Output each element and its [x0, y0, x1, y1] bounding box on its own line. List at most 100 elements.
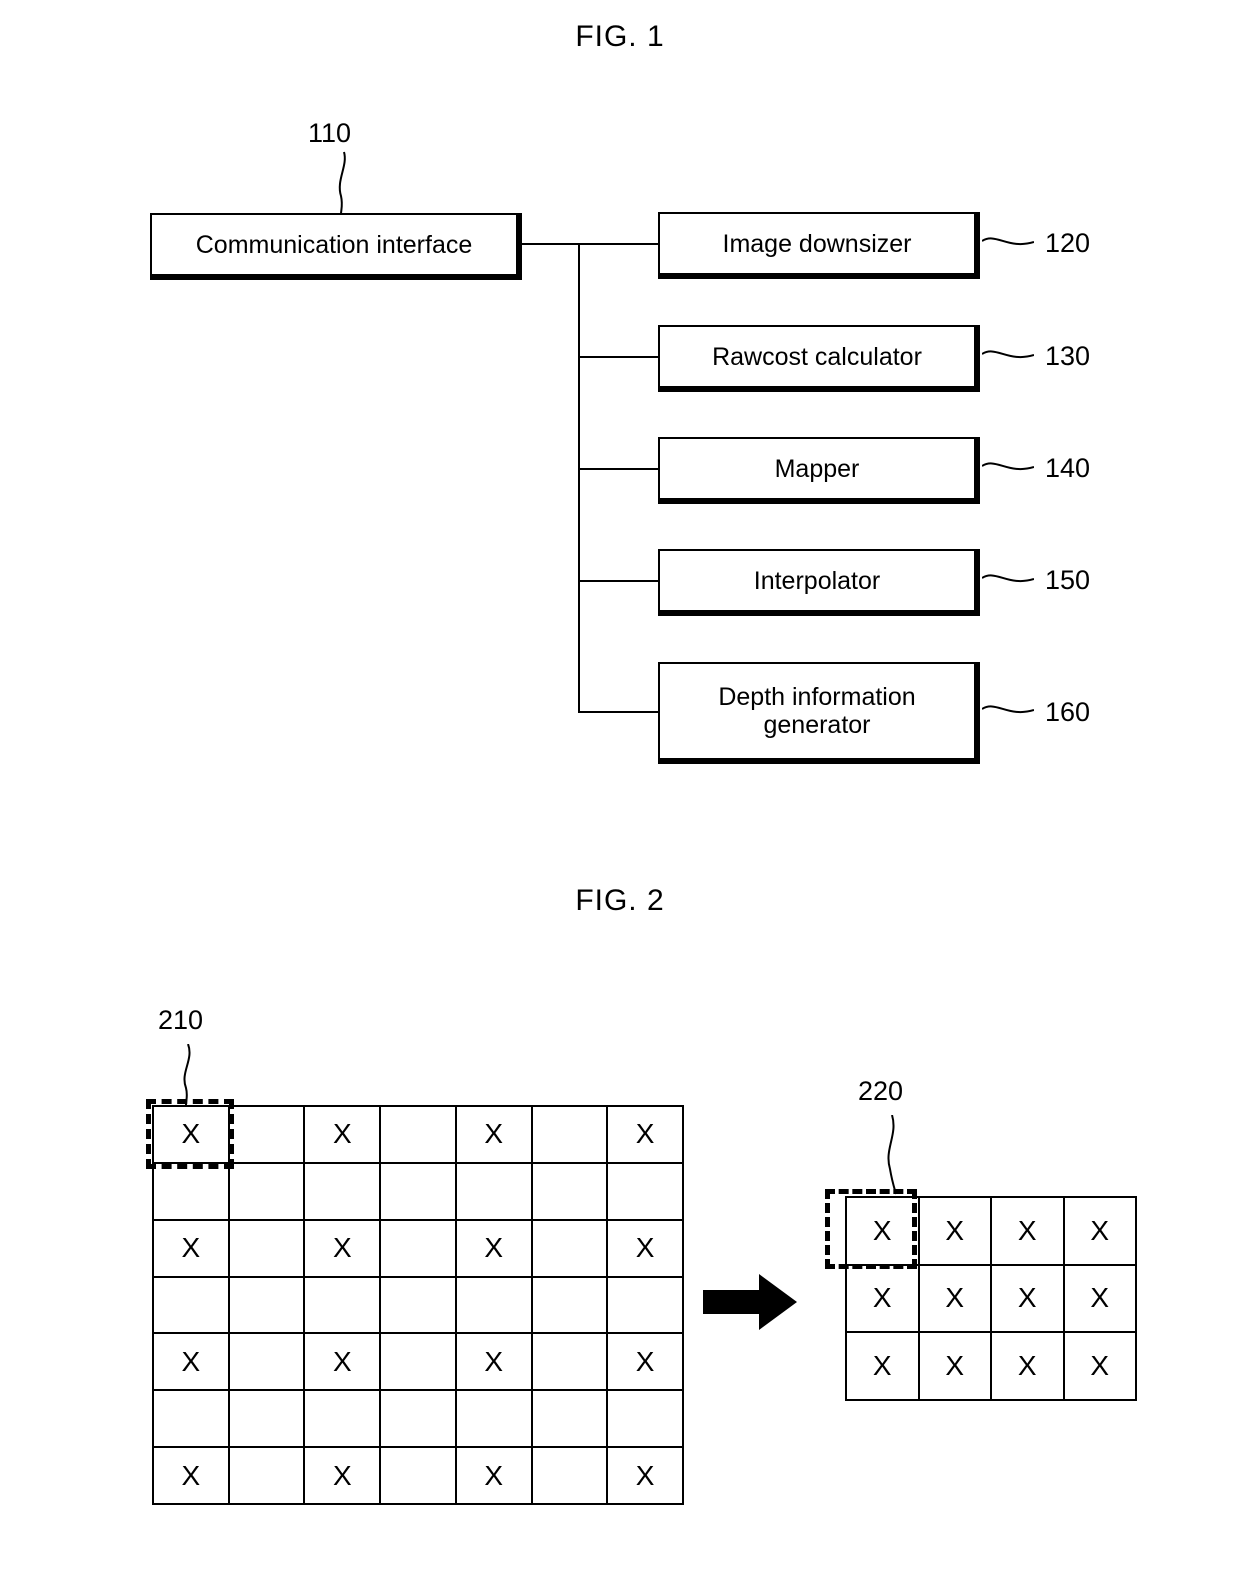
- block-interpolator: Interpolator: [658, 549, 976, 612]
- connector-branch-130: [578, 356, 660, 358]
- source-grid-cell: X: [456, 1334, 533, 1392]
- source-grid-cell: [532, 1163, 609, 1221]
- pixel-mark: X: [181, 1345, 201, 1377]
- pixel-mark: X: [484, 1345, 504, 1377]
- figure-1-title: FIG. 1: [575, 20, 665, 53]
- source-grid-cell: [381, 1163, 457, 1221]
- pixel-mark: X: [484, 1232, 504, 1264]
- reference-numeral-210: 210: [158, 1005, 204, 1035]
- block-depth-information-generator: Depth information generator: [658, 662, 976, 760]
- block-rawcost-calculator: Rawcost calculator: [658, 325, 976, 388]
- pixel-mark: X: [872, 1350, 892, 1382]
- source-grid-cell: [381, 1220, 457, 1278]
- source-grid-cell: [381, 1391, 457, 1449]
- pixel-mark: X: [181, 1232, 201, 1264]
- pixel-mark: X: [332, 1118, 352, 1150]
- result-grid-cell: X: [992, 1265, 1065, 1334]
- source-grid-cell: [154, 1391, 230, 1449]
- result-grid-cell: X: [1064, 1333, 1137, 1401]
- pixel-mark: X: [332, 1459, 352, 1491]
- pixel-mark: X: [181, 1459, 201, 1491]
- pixel-mark: X: [635, 1232, 655, 1264]
- source-grid-cell: [305, 1277, 382, 1335]
- patent-drawing-sheet: FIG. 1 Communication interface 110 Image…: [0, 0, 1240, 1586]
- source-grid-cell: [532, 1107, 609, 1164]
- leader-line-120: [982, 237, 1034, 246]
- source-grid-cell: X: [305, 1107, 382, 1164]
- block-mapper-label: Mapper: [774, 454, 860, 483]
- source-grid-cell: [532, 1220, 609, 1278]
- connector-trunk-horizontal: [522, 243, 660, 245]
- pixel-mark: X: [635, 1459, 655, 1491]
- source-grid-cell: [381, 1448, 457, 1505]
- pixel-mark: X: [484, 1118, 504, 1150]
- pixel-mark: X: [1017, 1282, 1037, 1314]
- leader-line-110: [338, 151, 346, 215]
- connector-branch-140: [578, 468, 660, 470]
- source-grid-cell: [532, 1448, 609, 1505]
- source-grid-cell: [154, 1163, 230, 1221]
- result-grid-cell: X: [919, 1198, 992, 1266]
- result-grid-cell: X: [847, 1333, 920, 1401]
- source-grid-cell: X: [608, 1334, 684, 1392]
- connector-branch-160: [578, 711, 660, 713]
- block-depth-information-generator-label-line1: Depth information: [718, 683, 916, 711]
- source-grid-cell: [154, 1277, 230, 1335]
- reference-numeral-120: 120: [1045, 228, 1091, 258]
- pixel-mark: X: [1090, 1350, 1110, 1382]
- pixel-mark: X: [332, 1232, 352, 1264]
- reference-numeral-110: 110: [308, 118, 352, 148]
- source-grid-cell: [229, 1448, 306, 1505]
- right-arrow-icon: [703, 1274, 797, 1330]
- pixel-mark: X: [332, 1345, 352, 1377]
- highlight-box-210: [146, 1099, 234, 1169]
- source-grid-cell: X: [456, 1448, 533, 1505]
- source-grid-cell: [381, 1107, 457, 1164]
- leader-line-150: [982, 574, 1034, 583]
- source-grid-cell: [608, 1277, 684, 1335]
- pixel-mark: X: [872, 1282, 892, 1314]
- source-grid-cell: [381, 1277, 457, 1335]
- leader-line-160: [982, 705, 1034, 714]
- block-mapper: Mapper: [658, 437, 976, 500]
- pixel-mark: X: [945, 1350, 965, 1382]
- source-grid-cell: [532, 1334, 609, 1392]
- source-grid-cell: [229, 1334, 306, 1392]
- source-grid-cell: [229, 1107, 306, 1164]
- source-grid-cell: [229, 1163, 306, 1221]
- leader-line-220: [887, 1115, 897, 1195]
- result-grid-cell: X: [992, 1333, 1065, 1401]
- block-depth-information-generator-label-line2: generator: [763, 711, 871, 739]
- reference-numeral-140: 140: [1045, 453, 1091, 483]
- source-grid-cell: [532, 1391, 609, 1449]
- source-grid-cell: [305, 1391, 382, 1449]
- block-communication-interface-label: Communication interface: [195, 230, 473, 259]
- source-grid-cell: [381, 1334, 457, 1392]
- source-grid-cell: X: [608, 1448, 684, 1505]
- result-grid-cell: X: [919, 1265, 992, 1334]
- pixel-mark: X: [1090, 1282, 1110, 1314]
- source-grid-cell: X: [608, 1220, 684, 1278]
- block-communication-interface: Communication interface: [150, 213, 518, 276]
- source-grid-cell: X: [305, 1334, 382, 1392]
- pixel-mark: X: [484, 1459, 504, 1491]
- source-grid-cell: X: [154, 1448, 230, 1505]
- source-grid-cell: X: [305, 1448, 382, 1505]
- reference-numeral-130: 130: [1045, 341, 1091, 371]
- pixel-mark: X: [1017, 1214, 1037, 1246]
- pixel-mark: X: [635, 1345, 655, 1377]
- reference-numeral-220: 220: [858, 1076, 904, 1106]
- source-grid-cell: [305, 1163, 382, 1221]
- source-grid-cell: [456, 1163, 533, 1221]
- source-grid-cell: [229, 1220, 306, 1278]
- reference-numeral-150: 150: [1045, 565, 1091, 595]
- figure-2-title: FIG. 2: [575, 884, 665, 917]
- reference-numeral-160: 160: [1045, 697, 1091, 727]
- leader-line-140: [982, 462, 1034, 471]
- block-rawcost-calculator-label: Rawcost calculator: [712, 342, 922, 371]
- connector-trunk-vertical: [578, 243, 580, 713]
- result-grid-cell: X: [1064, 1265, 1137, 1334]
- source-grid-cell: [532, 1277, 609, 1335]
- source-grid-cell: [608, 1391, 684, 1449]
- result-grid-cell: X: [1064, 1198, 1137, 1266]
